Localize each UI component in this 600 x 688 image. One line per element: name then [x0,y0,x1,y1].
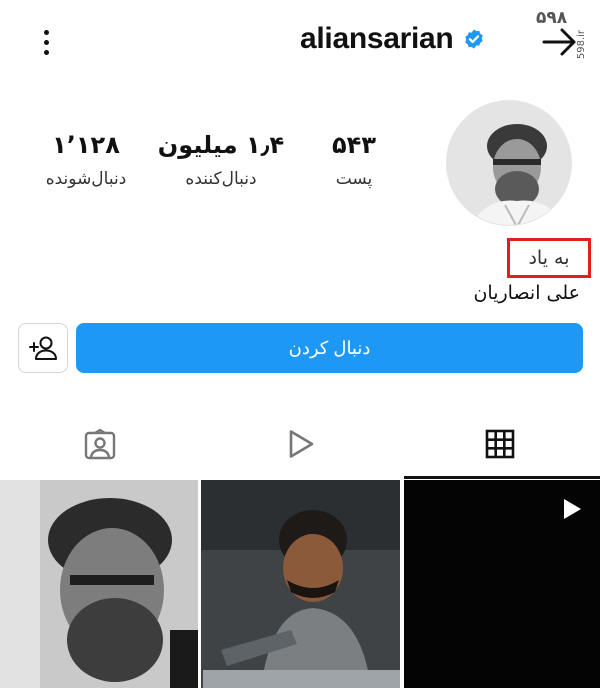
watermark-text: ۵۹۸ [536,8,568,28]
verified-badge-icon [465,29,484,49]
tab-tagged[interactable] [0,408,200,480]
active-tab-indicator [404,476,600,479]
post-thumbnail[interactable] [0,480,198,688]
tab-grid[interactable] [400,408,600,480]
profile-full-name: علی انصاریان [473,282,580,304]
post-thumbnail[interactable] [201,480,400,688]
following-label: دنبال‌شونده [45,169,127,189]
menu-dot [43,49,49,55]
watermark-site: 598.ir [576,30,587,60]
tagged-person-icon [84,428,116,460]
play-icon [289,430,314,458]
stat-following[interactable]: ۱٬۱۲۸ دنبال‌شونده [6,130,166,190]
suggested-accounts-button[interactable] [18,323,68,373]
post-image [201,480,400,688]
following-count: ۱٬۱۲۸ [52,131,120,159]
tab-reels[interactable] [200,408,400,480]
options-menu-button[interactable] [32,26,60,58]
reel-badge-icon [564,499,581,519]
menu-dot [43,29,49,35]
add-person-icon [29,336,57,360]
profile-avatar[interactable] [446,100,572,226]
follow-button[interactable]: دنبال کردن [76,323,583,373]
username: aliansarian [300,22,454,55]
username-header: aliansarian [300,22,485,56]
post-image [0,480,198,688]
memorial-label: به یاد [507,238,591,278]
watermark-logo: ۵۹۸ 598.ir [536,8,587,70]
menu-dot [43,39,49,45]
grid-icon [485,429,515,459]
avatar-photo [447,101,571,225]
memorial-text: به یاد [528,247,570,269]
post-thumbnail[interactable] [404,480,600,688]
